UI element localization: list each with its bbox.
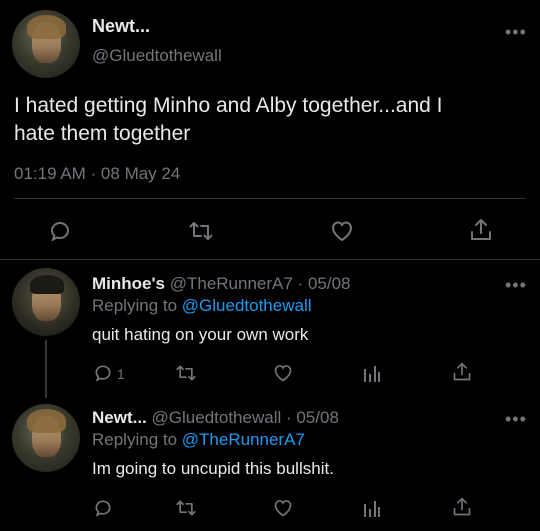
avatar[interactable]	[12, 404, 80, 472]
like-icon[interactable]	[329, 219, 355, 243]
more-icon[interactable]: •••	[505, 23, 527, 41]
reply-icon[interactable]	[48, 219, 72, 243]
replying-to: Replying to @TheRunnerA7	[92, 430, 305, 450]
handle-date[interactable]: @TheRunnerA7 · 05/08	[170, 274, 351, 293]
replying-to: Replying to @Gluedtothewall	[92, 296, 312, 316]
display-name[interactable]: Newt...	[92, 16, 150, 37]
handle[interactable]: @Gluedtothewall	[92, 46, 222, 66]
reply-icon[interactable]	[93, 498, 113, 518]
share-icon[interactable]	[452, 496, 472, 518]
share-icon[interactable]	[452, 361, 472, 383]
retweet-icon[interactable]	[175, 363, 197, 383]
share-icon[interactable]	[469, 217, 493, 243]
handle-date[interactable]: @Gluedtothewall · 05/08	[152, 408, 339, 427]
analytics-icon[interactable]	[362, 498, 382, 518]
replying-prefix: Replying to	[92, 296, 182, 315]
thread-line	[45, 340, 47, 398]
more-icon[interactable]: •••	[505, 276, 527, 294]
tweet-text-line: I hated getting Minho and Alby together.…	[14, 94, 443, 117]
timestamp[interactable]: 01:19 AM · 08 May 24	[14, 164, 180, 184]
more-icon[interactable]: •••	[505, 410, 527, 428]
retweet-icon[interactable]	[175, 498, 197, 518]
avatar[interactable]	[12, 10, 80, 78]
reply-text: Im going to uncupid this bullshit.	[92, 459, 334, 478]
display-name[interactable]: Newt...	[92, 408, 147, 427]
reply-header: Minhoe's @TheRunnerA7 · 05/08	[92, 274, 350, 294]
tweet-text-line: hate them together	[14, 122, 191, 145]
retweet-icon[interactable]	[188, 219, 214, 243]
tweet-text: I hated getting Minho and Alby together.…	[14, 92, 442, 148]
replying-handle-link[interactable]: @Gluedtothewall	[182, 296, 312, 315]
like-icon[interactable]	[272, 498, 294, 518]
avatar[interactable]	[12, 268, 80, 336]
divider	[14, 198, 526, 199]
divider	[0, 259, 540, 260]
display-name[interactable]: Minhoe's	[92, 274, 165, 293]
reply-header: Newt... @Gluedtothewall · 05/08	[92, 408, 339, 428]
replying-prefix: Replying to	[92, 430, 182, 449]
reply-text: quit hating on your own work	[92, 325, 309, 344]
like-icon[interactable]	[272, 363, 294, 383]
analytics-icon[interactable]	[362, 363, 382, 383]
replying-handle-link[interactable]: @TheRunnerA7	[182, 430, 305, 449]
reply-icon[interactable]	[93, 363, 113, 383]
reply-count: 1	[117, 366, 125, 382]
